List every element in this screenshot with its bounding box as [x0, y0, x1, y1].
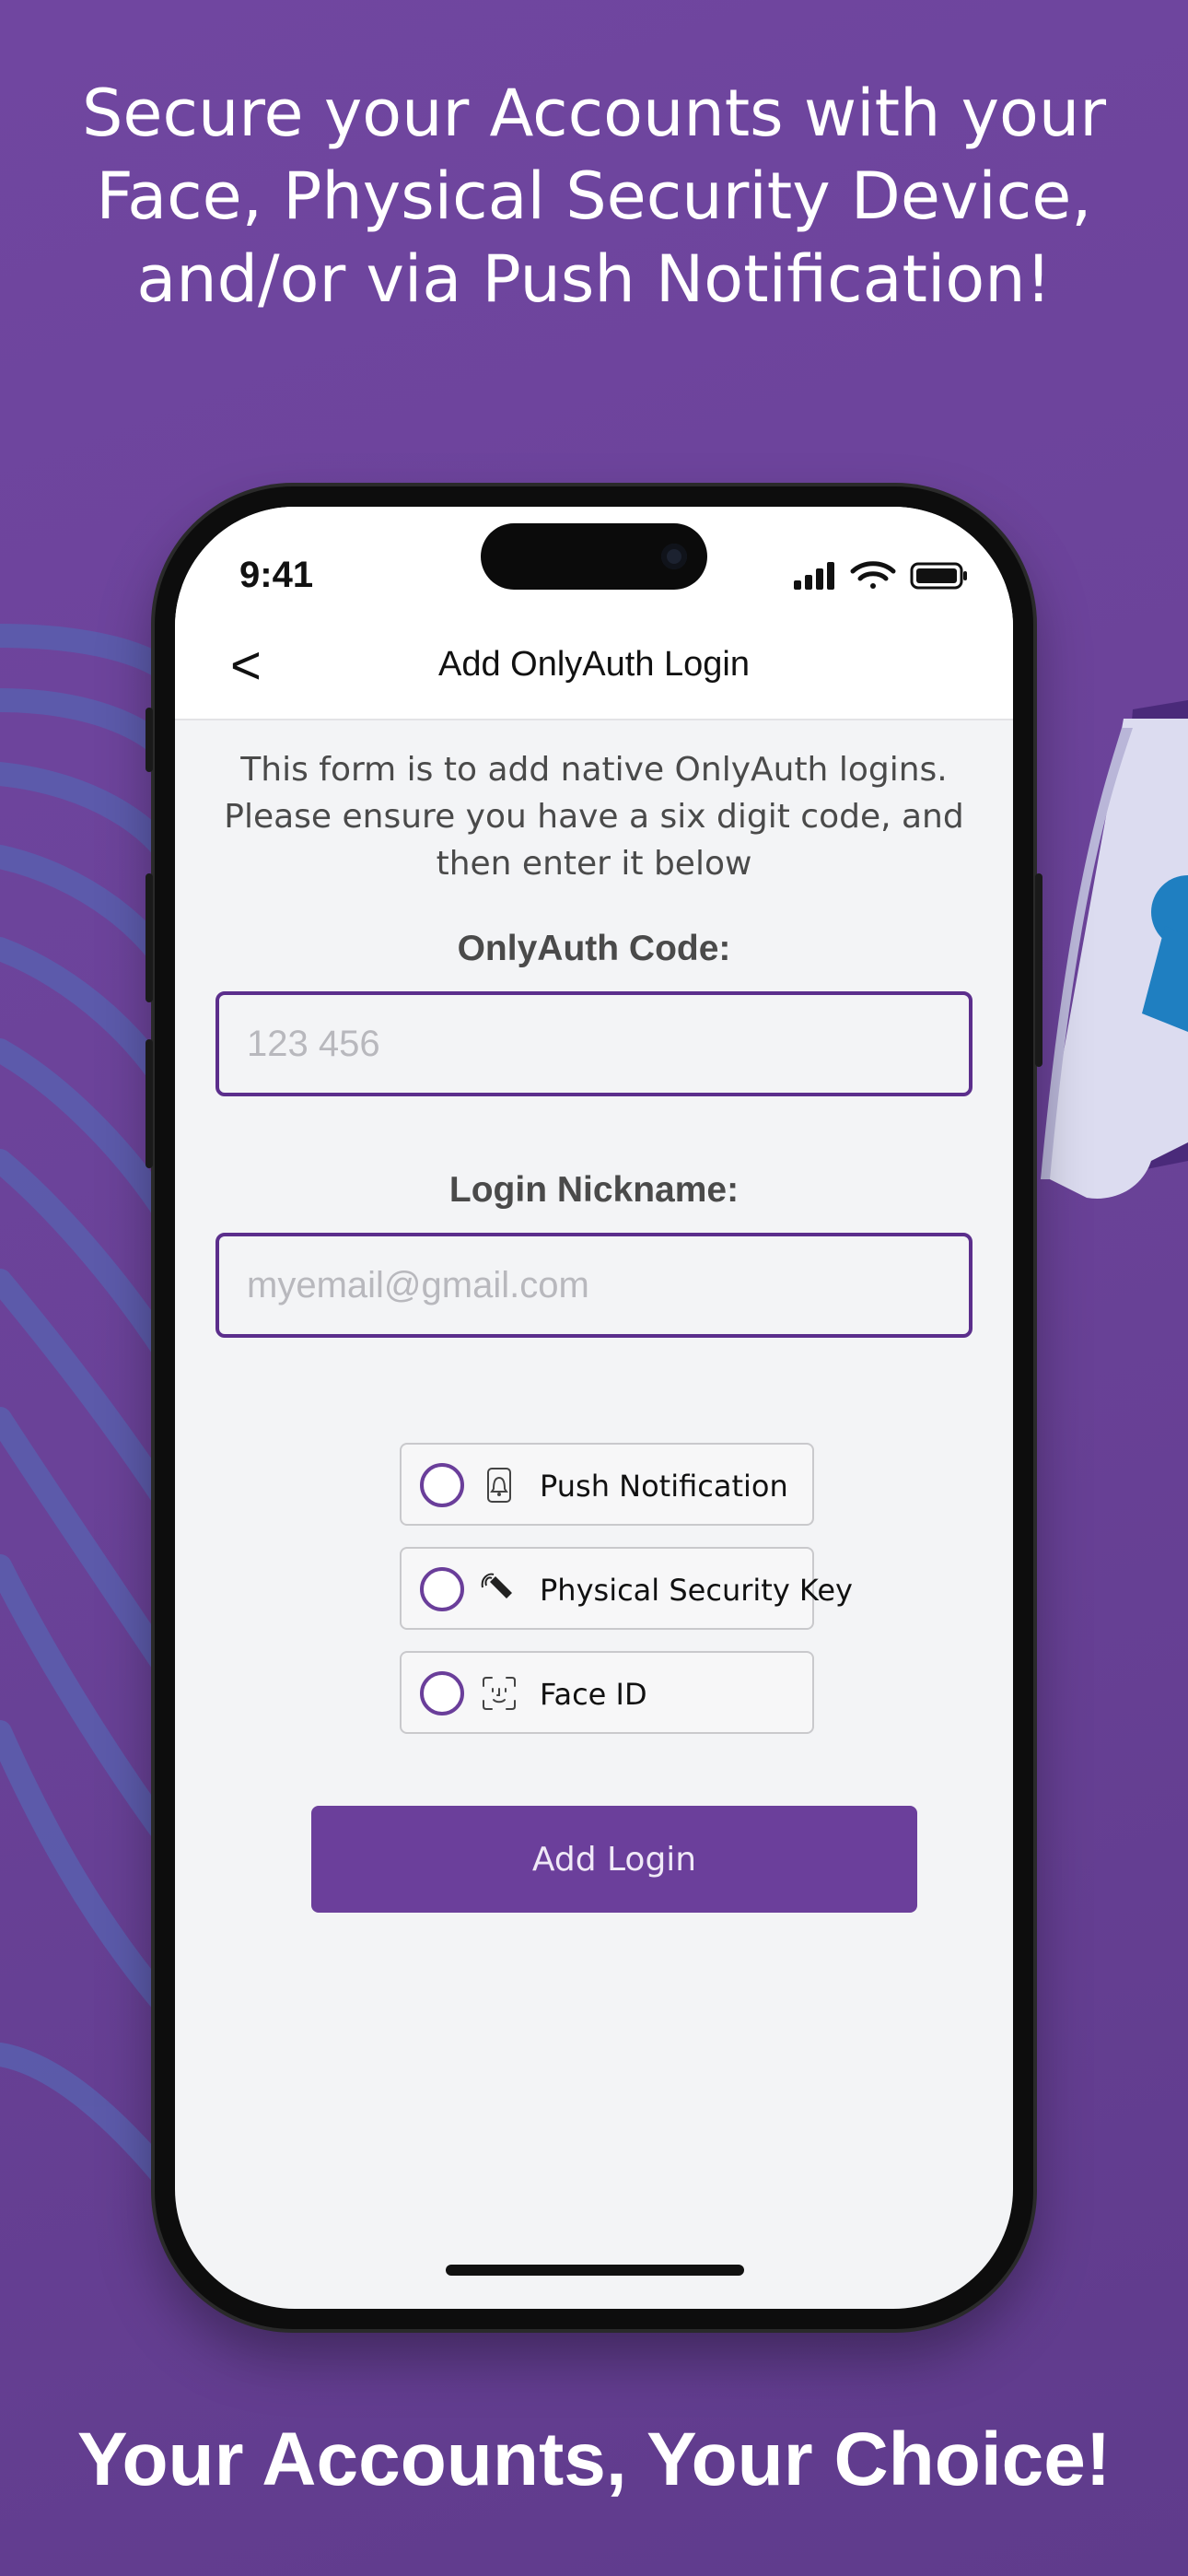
phone-mockup: 9:41 < Add OnlyAuth Login This form is t… — [146, 486, 1042, 2329]
code-field-label: OnlyAuth Code: — [457, 929, 731, 968]
nickname-input[interactable] — [215, 1233, 973, 1338]
phone-volume-down — [146, 1039, 153, 1168]
form-instructions: This form is to add native OnlyAuth logi… — [224, 751, 964, 883]
home-indicator[interactable] — [446, 2265, 744, 2276]
add-login-button[interactable]: Add Login — [311, 1806, 917, 1913]
wifi-icon — [850, 561, 896, 589]
nickname-field-label: Login Nickname: — [448, 1170, 740, 1210]
push-notification-icon — [487, 1468, 511, 1503]
status-icons — [794, 561, 967, 590]
cellular-signal-icon — [794, 562, 834, 590]
radio-button[interactable] — [420, 1567, 464, 1611]
option-physical-security-key[interactable]: Physical Security Key — [400, 1547, 853, 1630]
status-time: 9:41 — [239, 555, 314, 595]
status-bar: 9:41 — [175, 507, 1013, 617]
radio-button[interactable] — [420, 1463, 464, 1507]
dynamic-island — [481, 523, 707, 590]
page-title: Add OnlyAuth Login — [437, 645, 750, 684]
option-label: Physical Security Key — [540, 1573, 853, 1608]
phone-volume-up — [146, 873, 153, 1002]
face-id-icon — [483, 1677, 516, 1710]
option-label: Face ID — [540, 1677, 647, 1712]
option-push-notification[interactable]: Push Notification — [400, 1443, 814, 1526]
option-face-id[interactable]: Face ID — [400, 1651, 814, 1734]
security-key-icon — [481, 1573, 512, 1598]
phone-power-button — [1035, 873, 1042, 1067]
promo-headline: Secure your Accounts with your Face, Phy… — [81, 76, 1107, 317]
battery-icon — [910, 562, 967, 590]
phone-screen: 9:41 < Add OnlyAuth Login This form is t… — [175, 507, 1013, 2309]
code-input[interactable] — [215, 991, 973, 1096]
camera-icon — [661, 544, 687, 569]
option-label: Push Notification — [540, 1469, 788, 1504]
navigation-bar: < Add OnlyAuth Login — [175, 617, 1013, 720]
radio-button[interactable] — [420, 1671, 464, 1715]
phone-side-button — [146, 708, 153, 772]
promo-footer-title: Your Accounts, Your Choice! — [76, 2418, 1112, 2501]
